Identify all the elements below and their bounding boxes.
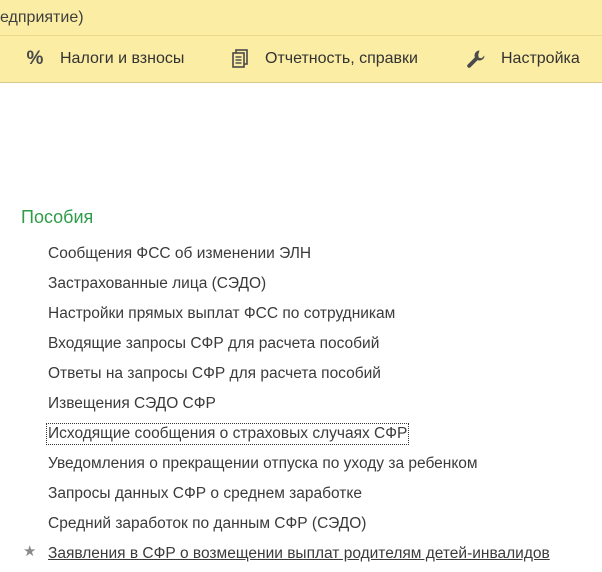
link-text[interactable]: Исходящие сообщения о страховых случаях … [46, 423, 410, 445]
list-item[interactable]: Входящие запросы СФР для расчета пособий [46, 331, 552, 361]
window-title: едприятие) [0, 9, 84, 26]
link-text[interactable]: Входящие запросы СФР для расчета пособий [46, 333, 381, 355]
reports-icon [229, 48, 251, 70]
star-icon[interactable]: ★ [23, 544, 39, 560]
list-item[interactable]: Средний заработок по данным СФР (СЭДО) [46, 511, 552, 541]
link-text[interactable]: Заявления в СФР о возмещении выплат роди… [46, 543, 552, 565]
menu-item-label: Настройка [501, 50, 580, 67]
link-text[interactable]: Ответы на запросы СФР для расчета пособи… [46, 363, 383, 385]
link-text[interactable]: Настройки прямых выплат ФСС по сотрудник… [46, 303, 397, 325]
wrench-icon [465, 48, 487, 70]
menu-item-label: Отчетность, справки [265, 50, 418, 67]
list-item[interactable]: Исходящие сообщения о страховых случаях … [46, 421, 552, 451]
list-item[interactable]: Запросы данных СФР о среднем заработке [46, 481, 552, 511]
list-item[interactable]: Настройки прямых выплат ФСС по сотрудник… [46, 301, 552, 331]
link-text[interactable]: Извещения СЭДО СФР [46, 393, 218, 415]
link-text[interactable]: Сообщения ФСС об изменении ЭЛН [46, 243, 313, 265]
link-text[interactable]: Средний заработок по данным СФР (СЭДО) [46, 513, 368, 535]
list-item[interactable]: Ответы на запросы СФР для расчета пособи… [46, 361, 552, 391]
menu-item-settings[interactable]: Настройка [465, 36, 580, 82]
menu-item-taxes[interactable]: % Налоги и взносы [24, 36, 185, 82]
link-text[interactable]: Уведомления о прекращении отпуска по ухо… [46, 453, 480, 475]
menu-item-label: Налоги и взносы [60, 50, 185, 67]
window-title-bar: едприятие) [0, 0, 602, 36]
link-text[interactable]: Запросы данных СФР о среднем заработке [46, 483, 364, 505]
list-item[interactable]: Уведомления о прекращении отпуска по ухо… [46, 451, 552, 481]
link-text[interactable]: Застрахованные лица (СЭДО) [46, 273, 268, 295]
list-item[interactable]: Застрахованные лица (СЭДО) [46, 271, 552, 301]
section-menu-bar: % Налоги и взносы Отчетность, справки На… [0, 36, 602, 83]
list-item[interactable]: Заявления в СФР о возмещении выплат роди… [46, 541, 552, 571]
menu-item-reports[interactable]: Отчетность, справки [229, 36, 418, 82]
list-item[interactable]: Извещения СЭДО СФР [46, 391, 552, 421]
section-title: Пособия [21, 207, 94, 227]
section-links-list: Сообщения ФСС об изменении ЭЛН Застрахов… [46, 241, 552, 571]
percent-icon: % [26, 48, 44, 69]
list-item[interactable]: Сообщения ФСС об изменении ЭЛН [46, 241, 552, 271]
